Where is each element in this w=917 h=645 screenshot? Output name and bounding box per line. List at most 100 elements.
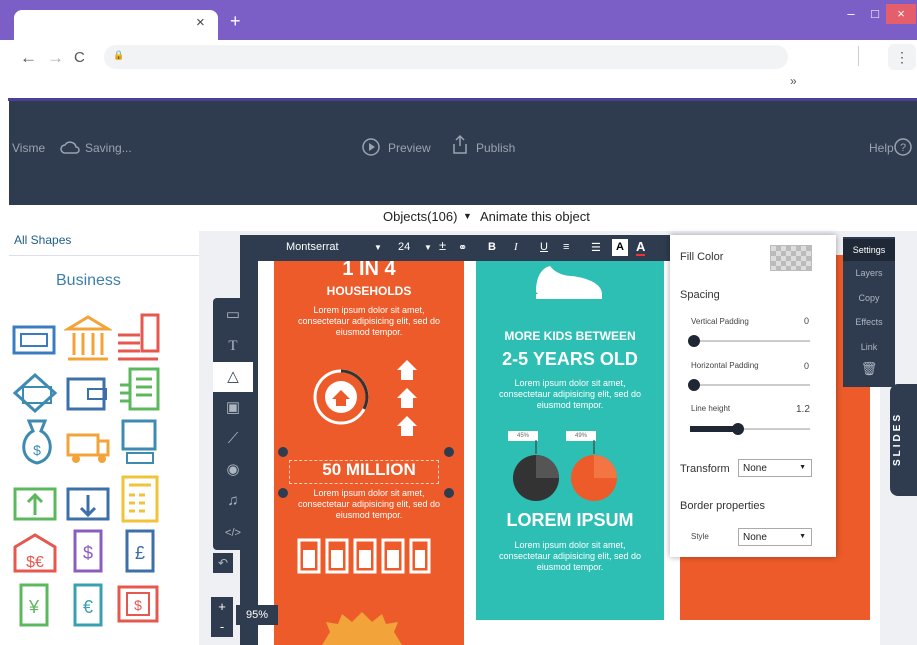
resize-handle[interactable] bbox=[278, 488, 288, 498]
bank-building-icon[interactable] bbox=[64, 313, 112, 363]
tab-link[interactable]: Link bbox=[843, 342, 895, 352]
font-size-adjust-icon[interactable]: ± bbox=[439, 238, 446, 253]
preview-button[interactable]: Preview bbox=[388, 141, 431, 155]
shapes-tool-icon[interactable]: △ bbox=[213, 362, 253, 392]
money-stack-icon[interactable] bbox=[11, 319, 57, 363]
animate-object-link[interactable]: Animate this object bbox=[480, 209, 590, 224]
close-tab-icon[interactable]: × bbox=[196, 14, 205, 31]
undo-icon[interactable]: ↶ bbox=[213, 553, 233, 573]
money-bag-icon[interactable]: $ bbox=[17, 417, 57, 467]
style-label: Style bbox=[691, 532, 709, 541]
calculator-icon[interactable] bbox=[119, 473, 161, 525]
font-size-select[interactable]: 24 bbox=[398, 241, 410, 253]
link-icon[interactable]: ⚭ bbox=[458, 241, 467, 254]
down-arrow-money-icon[interactable] bbox=[64, 485, 112, 523]
pound-document-icon[interactable]: £ bbox=[123, 527, 157, 575]
address-bar[interactable] bbox=[104, 45, 788, 69]
col2-body-2[interactable]: Lorem ipsum dolor sit amet, consectetaur… bbox=[494, 540, 646, 573]
col1-body-2[interactable]: Lorem ipsum dolor sit amet, consectetaur… bbox=[290, 488, 448, 521]
back-icon[interactable]: ← bbox=[20, 48, 37, 68]
bold-button[interactable]: B bbox=[488, 241, 496, 253]
atm-icon[interactable] bbox=[119, 417, 159, 467]
money-chart-icon[interactable] bbox=[114, 311, 164, 363]
cash-icon[interactable] bbox=[11, 369, 59, 415]
invoice-icon[interactable] bbox=[114, 365, 164, 415]
font-chevron-icon[interactable]: ▼ bbox=[374, 243, 382, 252]
play-icon[interactable] bbox=[361, 137, 381, 157]
video-tool-icon[interactable]: ◉ bbox=[213, 455, 253, 485]
help-icon[interactable]: ? bbox=[893, 137, 913, 157]
col2-title[interactable]: 2-5 YEARS OLD bbox=[476, 349, 664, 370]
reload-icon[interactable]: C bbox=[74, 49, 85, 66]
col1-body[interactable]: Lorem ipsum dolor sit amet, consectetaur… bbox=[290, 305, 448, 338]
fill-color-label: Fill Color bbox=[680, 251, 724, 263]
slides-toggle[interactable]: SLIDES bbox=[890, 384, 917, 496]
euro-document-icon[interactable]: € bbox=[71, 581, 105, 629]
image-tool-icon[interactable]: ▣ bbox=[213, 393, 253, 423]
browser-tab[interactable] bbox=[14, 10, 218, 40]
browser-menu-icon[interactable]: ⋮ bbox=[888, 44, 916, 70]
dollar-euro-icon[interactable]: $€ bbox=[11, 531, 59, 575]
dollar-frame-icon[interactable]: $ bbox=[115, 579, 161, 627]
maximize-button[interactable]: □ bbox=[862, 4, 888, 24]
chevron-down-icon[interactable]: ▼ bbox=[463, 211, 472, 221]
minimize-button[interactable]: – bbox=[838, 4, 864, 24]
svg-text:£: £ bbox=[135, 543, 145, 563]
col1-title[interactable]: 1 IN 4 bbox=[274, 258, 464, 281]
dollar-document-icon[interactable]: $ bbox=[71, 527, 105, 575]
style-select[interactable]: None ▼ bbox=[738, 528, 812, 546]
layout-icon[interactable]: ▭ bbox=[213, 300, 253, 330]
publish-icon[interactable] bbox=[451, 134, 469, 156]
help-button[interactable]: Help bbox=[869, 141, 894, 155]
vertical-padding-track[interactable] bbox=[690, 340, 810, 342]
font-family-select[interactable]: Montserrat bbox=[286, 241, 339, 253]
col2-body[interactable]: Lorem ipsum dolor sit amet, consectetaur… bbox=[490, 378, 650, 411]
vertical-padding-slider[interactable] bbox=[688, 335, 700, 347]
zoom-in-button[interactable]: + bbox=[211, 597, 233, 617]
cloud-icon bbox=[60, 141, 80, 154]
wallet-icon[interactable] bbox=[64, 371, 110, 415]
horizontal-padding-value: 0 bbox=[804, 361, 810, 371]
transform-select[interactable]: None ▼ bbox=[738, 459, 812, 477]
app-logo[interactable]: Visme bbox=[12, 141, 45, 155]
tab-settings[interactable]: Settings bbox=[843, 239, 895, 261]
italic-button[interactable]: I bbox=[514, 241, 518, 253]
shoe-icon bbox=[536, 266, 602, 299]
tab-copy[interactable]: Copy bbox=[843, 293, 895, 303]
tab-layers[interactable]: Layers bbox=[843, 268, 895, 278]
trash-icon[interactable]: 🗑 bbox=[843, 361, 895, 377]
size-chevron-icon[interactable]: ▼ bbox=[424, 243, 432, 252]
embed-tool-icon[interactable]: </> bbox=[213, 518, 253, 548]
tab-effects[interactable]: Effects bbox=[843, 317, 895, 327]
zoom-out-button[interactable]: - bbox=[211, 617, 233, 637]
yen-document-icon[interactable]: ¥ bbox=[17, 581, 51, 629]
forward-icon[interactable]: → bbox=[47, 48, 64, 68]
close-window-button[interactable]: × bbox=[886, 4, 916, 24]
line-height-slider[interactable] bbox=[732, 423, 744, 435]
bank-truck-icon[interactable] bbox=[64, 431, 114, 465]
text-highlight-icon[interactable]: A bbox=[612, 239, 628, 256]
objects-count[interactable]: Objects(106) bbox=[383, 209, 457, 224]
col1-subtitle[interactable]: HOUSEHOLDS bbox=[274, 284, 464, 298]
publish-button[interactable]: Publish bbox=[476, 141, 515, 155]
align-icon[interactable]: ≡ bbox=[563, 241, 569, 253]
horizontal-padding-slider[interactable] bbox=[688, 379, 700, 391]
extensions-overflow-icon[interactable]: » bbox=[790, 74, 797, 88]
chart-tool-icon[interactable]: ⟋ bbox=[213, 424, 253, 454]
col2-big[interactable]: LOREM IPSUM bbox=[476, 510, 664, 531]
new-tab-button[interactable]: + bbox=[230, 11, 241, 32]
resize-handle[interactable] bbox=[278, 447, 288, 457]
col1-big-stat[interactable]: 50 MILLION bbox=[274, 460, 464, 480]
horizontal-padding-track[interactable] bbox=[690, 384, 810, 386]
text-color-icon[interactable]: A bbox=[636, 239, 646, 256]
fill-color-swatch[interactable] bbox=[770, 245, 812, 271]
underline-button[interactable]: U bbox=[540, 241, 548, 253]
all-shapes-link[interactable]: All Shapes bbox=[14, 233, 71, 247]
resize-handle[interactable] bbox=[444, 447, 454, 457]
up-arrow-money-icon[interactable] bbox=[11, 485, 59, 523]
svg-text:¥: ¥ bbox=[28, 597, 40, 617]
audio-tool-icon[interactable]: ♫ bbox=[213, 486, 253, 516]
list-icon[interactable]: ☰ bbox=[591, 241, 601, 254]
col2-kicker[interactable]: MORE KIDS BETWEEN bbox=[476, 329, 664, 343]
text-tool-icon[interactable]: T bbox=[213, 331, 253, 361]
